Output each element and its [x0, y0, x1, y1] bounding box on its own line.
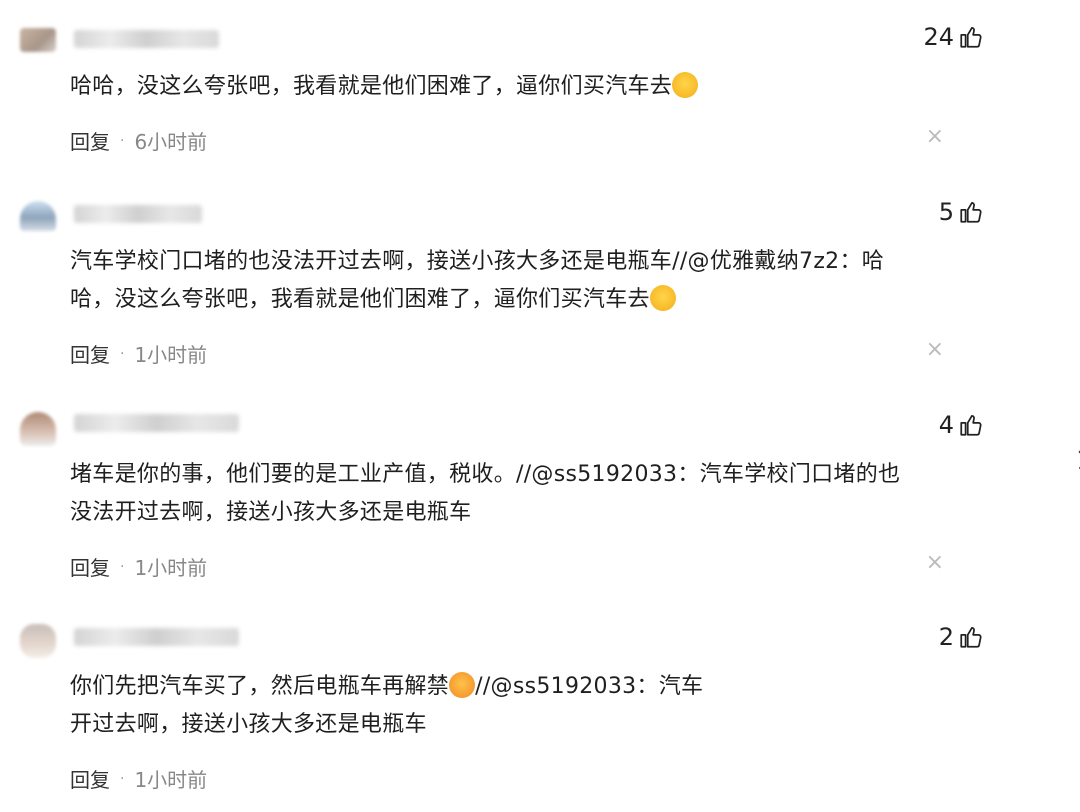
username-blurred[interactable]	[74, 205, 202, 223]
comment-text: 堵车是你的事，他们要的是工业产值，税收。//@ss5192033：汽车学校门口堵…	[70, 462, 901, 525]
side-number: 10	[1076, 446, 1080, 476]
reply-button[interactable]: 回复	[70, 552, 110, 581]
comment-meta: 回复 · 6小时前	[70, 126, 207, 155]
thumbs-up-icon	[960, 415, 982, 436]
comment-text: 哈哈，没这么夸张吧，我看就是他们困难了，逼你们买汽车去	[70, 68, 990, 106]
grinning-emoji-icon	[672, 72, 699, 98]
like-button[interactable]: 4	[939, 411, 984, 439]
like-button[interactable]: 5	[939, 198, 984, 226]
avatar[interactable]	[20, 201, 56, 231]
reply-button[interactable]: 回复	[70, 339, 110, 368]
timestamp: 6小时前	[134, 130, 208, 154]
close-icon[interactable]: ×	[926, 124, 944, 149]
meta-dot: ·	[120, 770, 125, 787]
reply-button[interactable]: 回复	[70, 126, 110, 155]
like-button[interactable]: 2	[939, 623, 984, 651]
close-icon[interactable]: ×	[926, 550, 944, 575]
like-count: 4	[938, 411, 954, 439]
meta-dot: ·	[120, 345, 125, 362]
avatar[interactable]	[20, 28, 56, 52]
like-count: 2	[938, 623, 954, 651]
thumbs-up-icon	[960, 627, 982, 648]
comment-meta: 回复 · 1小时前	[70, 339, 207, 368]
like-count: 24	[923, 23, 954, 51]
timestamp: 1小时前	[134, 556, 208, 580]
thumbs-up-icon	[960, 27, 982, 48]
laughing-emoji-icon	[449, 672, 476, 698]
meta-dot: ·	[120, 132, 125, 149]
timestamp: 1小时前	[134, 343, 208, 367]
reply-button[interactable]: 回复	[70, 764, 110, 793]
avatar[interactable]	[20, 412, 56, 446]
username-blurred[interactable]	[74, 414, 239, 432]
meta-dot: ·	[120, 558, 125, 575]
comment-meta: 回复 · 1小时前	[70, 552, 207, 581]
thumbs-up-icon	[960, 202, 982, 223]
comment-text: 汽车学校门口堵的也没法开过去啊，接送小孩大多还是电瓶车//@优雅戴纳7z2：哈 …	[70, 249, 885, 312]
like-button[interactable]: 24	[923, 23, 984, 51]
grinning-emoji-icon	[649, 285, 676, 311]
timestamp: 1小时前	[134, 768, 208, 792]
comment-meta: 回复 · 1小时前	[70, 764, 207, 793]
username-blurred[interactable]	[74, 628, 239, 646]
close-icon[interactable]: ×	[926, 337, 944, 362]
like-count: 5	[938, 198, 954, 226]
avatar[interactable]	[20, 624, 56, 658]
username-blurred[interactable]	[74, 30, 219, 48]
comment-text: 你们先把汽车买了，然后电瓶车再解禁//@ss5192033：汽车 开过去啊，接送…	[70, 672, 704, 737]
